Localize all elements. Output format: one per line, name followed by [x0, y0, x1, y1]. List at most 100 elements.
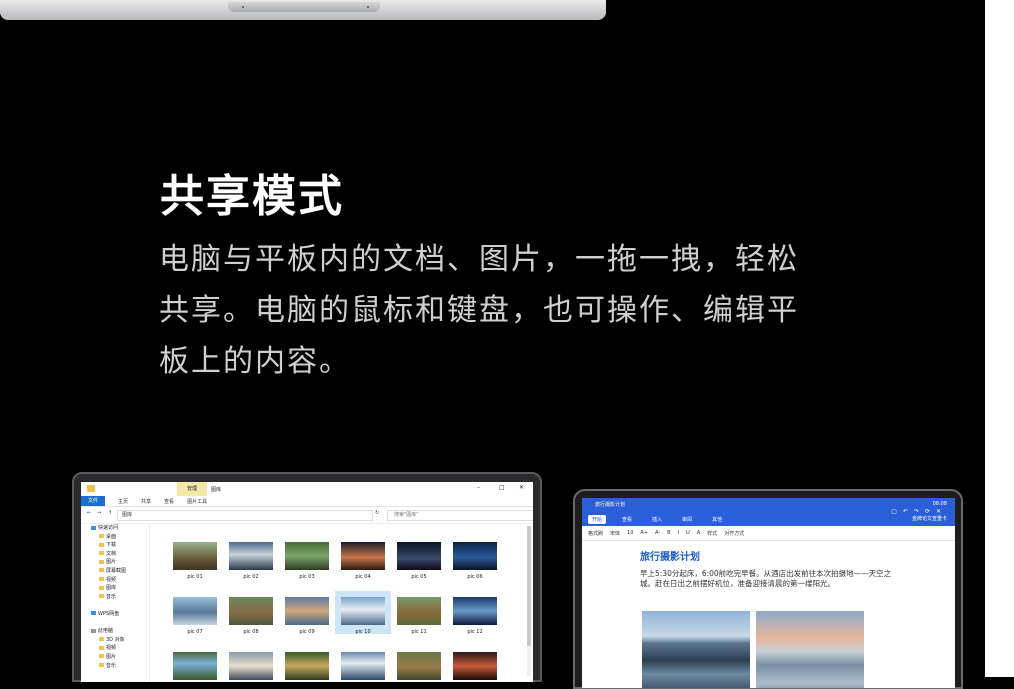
- ribbon-tab-picture-tools[interactable]: 图片工具: [187, 498, 207, 505]
- thumbnail-image: [453, 597, 497, 625]
- refresh-icon[interactable]: ↻: [375, 510, 379, 516]
- ribbon-tab-home[interactable]: 主页: [118, 498, 128, 505]
- close-icon[interactable]: ✕: [519, 484, 524, 491]
- explorer-scrollbar[interactable]: [527, 526, 531, 676]
- up-arrow-icon[interactable]: ↑: [108, 510, 112, 516]
- file-thumbnail[interactable]: pic 05: [397, 542, 441, 580]
- document-photo-mountain[interactable]: [642, 611, 750, 688]
- ribbon-tab-share[interactable]: 共享: [141, 498, 151, 505]
- thumbnail-image: [341, 652, 385, 680]
- document-paragraph: 早上5:30分起床，6:00前吃完早餐。从酒店出发前往本次拍摄地——天空之城。赶…: [640, 569, 892, 588]
- laptop-bottom-edge: [0, 0, 606, 20]
- nav-item[interactable]: 3D 对象: [81, 636, 149, 645]
- file-thumbnail[interactable]: pic 10: [335, 591, 391, 635]
- file-thumbnail[interactable]: pic 06: [453, 542, 497, 580]
- nav-item[interactable]: 此电脑: [81, 627, 149, 636]
- laptop-device: 管理 图库 – □ ✕ 文件 主页 共享 查看 图片工具 ← → ↑ 图库 ↻ …: [72, 472, 542, 682]
- file-thumbnail[interactable]: pic 14: [229, 652, 273, 682]
- nav-item[interactable]: WPS网盘: [81, 610, 149, 619]
- tab-insert[interactable]: 插入: [648, 515, 666, 524]
- scrollbar-thumb[interactable]: [527, 526, 531, 646]
- nav-item[interactable]: 视频: [81, 576, 149, 585]
- folder-icon: [99, 637, 104, 642]
- tab-view[interactable]: 查看: [618, 515, 636, 524]
- nav-item[interactable]: 图片: [81, 653, 149, 662]
- tab-review[interactable]: 审阅: [678, 515, 696, 524]
- file-name: pic 01: [187, 574, 203, 580]
- format-tool[interactable]: A-: [655, 530, 660, 536]
- format-tool[interactable]: B: [667, 530, 670, 536]
- nav-item-label: 此电脑: [98, 628, 114, 635]
- tab-manage[interactable]: 管理: [177, 482, 207, 496]
- minimize-icon[interactable]: –: [477, 484, 480, 491]
- file-name: pic 11: [411, 629, 427, 635]
- toolbar-icons[interactable]: ▢↶↷⟳✕: [891, 508, 947, 515]
- format-tool[interactable]: A: [697, 530, 700, 536]
- file-thumbnail[interactable]: pic 03: [285, 542, 329, 580]
- file-thumbnail[interactable]: pic 07: [173, 597, 217, 635]
- nav-item[interactable]: 图片: [81, 558, 149, 567]
- folder-icon: [99, 663, 104, 667]
- file-thumbnail[interactable]: pic 11: [397, 597, 441, 635]
- format-tool[interactable]: 对齐方式: [724, 530, 744, 537]
- thumbnail-image: [173, 597, 217, 625]
- nav-item-label: 音乐: [106, 593, 117, 600]
- nav-item[interactable]: 音乐: [81, 662, 149, 671]
- promo-link[interactable]: 金牌论文查重卡: [912, 515, 947, 522]
- file-thumbnail[interactable]: pic 13: [173, 652, 217, 682]
- nav-item[interactable]: 下载: [81, 541, 149, 550]
- wps-format-toolbar: 格式刷 宋体 10 A+ A- B I U A 样式 对齐方式: [582, 526, 955, 541]
- file-thumbnail[interactable]: pic 16: [341, 652, 385, 682]
- file-name: pic 06: [467, 574, 483, 580]
- format-tool[interactable]: I: [678, 530, 679, 536]
- back-arrow-icon[interactable]: ←: [87, 510, 91, 516]
- file-thumbnail[interactable]: pic 12: [453, 597, 497, 635]
- nav-item[interactable]: 视频: [81, 644, 149, 653]
- laptop-hinge: [228, 2, 380, 12]
- file-thumbnail[interactable]: pic 08: [229, 597, 273, 635]
- file-thumbnail[interactable]: pic 15: [285, 652, 329, 682]
- format-tool[interactable]: 10: [627, 530, 633, 536]
- file-thumbnail[interactable]: pic 17: [397, 652, 441, 682]
- tablet-device: 旅行摄影计划 08:08 ▢↶↷⟳✕ 开始 查看 插入 审阅 其他 金牌论文查重…: [573, 489, 963, 689]
- window-title: 图库: [211, 486, 222, 493]
- nav-item[interactable]: 桌面: [81, 533, 149, 542]
- file-name: pic 10: [355, 629, 371, 635]
- thumbnail-image: [229, 652, 273, 680]
- folder-icon: [87, 485, 95, 492]
- nav-item[interactable]: 图库: [81, 584, 149, 593]
- nav-item-label: 桌面: [106, 533, 117, 540]
- tab-other[interactable]: 其他: [708, 515, 726, 524]
- tab-start[interactable]: 开始: [588, 515, 607, 524]
- format-tool[interactable]: U: [686, 530, 690, 536]
- nav-item[interactable]: 快速访问: [81, 524, 149, 533]
- nav-item[interactable]: 音乐: [81, 593, 149, 602]
- format-tool[interactable]: 样式: [707, 530, 717, 537]
- nav-item[interactable]: 文档: [81, 550, 149, 559]
- format-tool[interactable]: 宋体: [610, 530, 620, 537]
- search-input[interactable]: 搜索"图库": [387, 510, 533, 521]
- address-input[interactable]: 图库: [117, 510, 373, 521]
- folder-icon: [99, 542, 104, 547]
- file-thumbnail[interactable]: pic 01: [173, 542, 217, 580]
- maximize-icon[interactable]: □: [499, 484, 505, 491]
- format-tool[interactable]: 格式刷: [588, 530, 603, 537]
- ribbon-tab-view[interactable]: 查看: [164, 498, 174, 505]
- forward-arrow-icon[interactable]: →: [97, 510, 101, 516]
- thumbnail-image: [229, 542, 273, 570]
- nav-item-label: 视频: [106, 576, 117, 583]
- section-description: 电脑与平板内的文档、图片，一拖一拽，轻松共享。电脑的鼠标和键盘，也可操作、编辑平…: [159, 242, 799, 379]
- file-thumbnail[interactable]: pic 04: [341, 542, 385, 580]
- thumbnail-image: [285, 597, 329, 625]
- document-photo-lake[interactable]: [756, 611, 864, 688]
- folder-icon: [99, 559, 104, 564]
- nav-item[interactable]: 屏幕截图: [81, 567, 149, 576]
- file-thumbnail[interactable]: pic 02: [229, 542, 273, 580]
- document-heading: 旅行摄影计划: [640, 552, 700, 563]
- nav-item-label: 3D 对象: [106, 636, 125, 643]
- file-thumbnail[interactable]: pic 09: [285, 597, 329, 635]
- nav-item-label: 下载: [106, 542, 117, 549]
- ribbon-tab-file[interactable]: 文件: [81, 496, 106, 506]
- file-thumbnail[interactable]: pic 18: [453, 652, 497, 682]
- format-tool[interactable]: A+: [640, 530, 648, 536]
